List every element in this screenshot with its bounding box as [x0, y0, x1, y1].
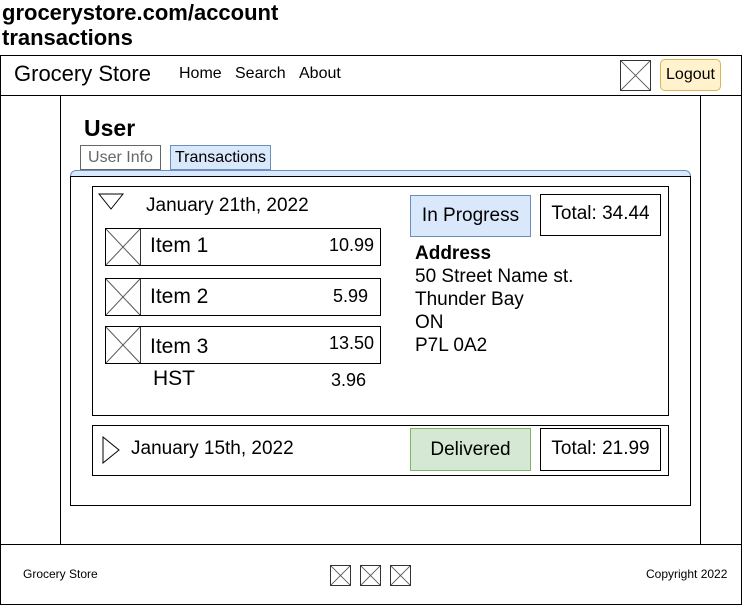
order-item-row[interactable]: Item 3 13.50 — [105, 326, 381, 364]
collapse-triangle-icon[interactable] — [97, 193, 125, 211]
transaction-date: January 15th, 2022 — [131, 438, 294, 459]
tab-user-info[interactable]: User Info — [80, 145, 161, 170]
footer-brand: Grocery Store — [23, 567, 98, 581]
item-image-icon — [105, 326, 141, 364]
item-image-icon — [105, 228, 141, 266]
item-name: Item 1 — [150, 234, 209, 257]
page-url: grocerystore.com/account transactions — [2, 0, 278, 50]
status-badge-delivered: Delivered — [410, 428, 531, 471]
nav-search-link[interactable]: Search — [235, 64, 286, 84]
social-icon[interactable] — [360, 565, 381, 586]
transaction-total: Total: 34.44 — [540, 194, 661, 236]
item-price: 13.50 — [328, 333, 374, 353]
transaction-date: January 21th, 2022 — [146, 195, 309, 216]
nav-about-link[interactable]: About — [299, 64, 341, 84]
social-icon[interactable] — [330, 565, 351, 586]
expand-triangle-icon[interactable] — [102, 435, 120, 465]
item-price: 10.99 — [328, 235, 374, 255]
address-province: ON — [415, 312, 444, 333]
tab-transactions[interactable]: Transactions — [170, 145, 271, 170]
item-price: 5.99 — [332, 286, 368, 306]
logout-button[interactable]: Logout — [660, 59, 721, 91]
social-icon[interactable] — [390, 565, 411, 586]
brand-logo-text[interactable]: Grocery Store — [14, 60, 151, 88]
profile-image-icon[interactable] — [620, 60, 651, 91]
address-city: Thunder Bay — [415, 289, 524, 310]
address-postal: P7L 0A2 — [415, 335, 488, 356]
transaction-total: Total: 21.99 — [540, 428, 661, 471]
nav-home-link[interactable]: Home — [179, 64, 222, 84]
order-item-row[interactable]: Item 2 5.99 — [105, 278, 381, 316]
tax-value: 3.96 — [331, 370, 367, 390]
address-heading: Address — [415, 243, 492, 264]
page-url-line1: grocerystore.com/account — [2, 0, 279, 25]
order-item-row[interactable]: Item 1 10.99 — [105, 228, 381, 266]
item-name: Item 2 — [150, 285, 209, 308]
item-image-icon — [105, 278, 141, 316]
status-badge-in-progress: In Progress — [410, 195, 531, 237]
right-column-divider — [700, 96, 701, 545]
left-column-divider — [60, 96, 61, 545]
footer-copyright: Copyright 2022 — [646, 567, 728, 581]
page-url-line2: transactions — [2, 25, 133, 50]
address-street: 50 Street Name st. — [415, 266, 574, 287]
page-title: User — [84, 115, 136, 141]
tax-label: HST — [153, 367, 195, 390]
item-name: Item 3 — [150, 335, 209, 358]
